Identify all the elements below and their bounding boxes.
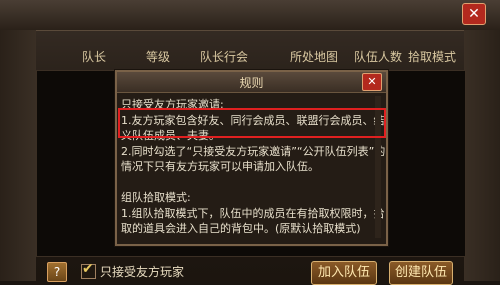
friends-only-checkbox[interactable]: ✔ [81,261,96,279]
friends-only-label: 只接受友方玩家 [100,265,185,279]
window-border-left [0,30,36,281]
column-map: 所处地图 [290,50,339,64]
rules-line: 组队拾取模式: [121,191,191,204]
column-member-count: 队伍人数 [354,50,403,64]
rules-dialog-title: 规则 [239,76,264,90]
checkmark-icon: ✔ [82,261,94,277]
window-title-bar [0,0,500,31]
rules-line: 情况下只有友方玩家可以申请加入队伍。 [121,160,319,173]
window-border-right [464,30,500,281]
column-leader-guild: 队长行会 [200,50,249,64]
rules-dialog: 规则 ✕ 只接受友方玩家邀请: 1.友方玩家包含好友、同行会成员、联盟行会成员、… [115,70,388,246]
column-level: 等级 [146,50,171,64]
help-button[interactable]: ? [47,262,67,282]
rules-line: 取的道具会进入自己的背包中。(原默认拾取模式) [121,222,361,235]
rules-line: 义队伍成员、夫妻。 [121,129,220,142]
column-loot-mode: 拾取模式 [408,50,457,64]
rules-dialog-close-button[interactable]: ✕ [362,73,382,91]
rules-line: 1.组队拾取模式下，队伍中的成员在有拾取权限时，拾 [121,207,385,220]
rules-scrollbar[interactable] [375,96,381,238]
join-team-button[interactable]: 加入队伍 [311,261,377,285]
window-close-button[interactable]: ✕ [462,3,486,25]
rules-line: 只接受友方玩家邀请: [121,98,224,111]
rules-line: 2.同时勾选了“只接受友方玩家邀请”“公开队伍列表”的 [121,145,386,158]
create-team-button[interactable]: 创建队伍 [389,261,453,285]
column-leader: 队长 [82,50,107,64]
team-list-header: 队长 等级 队长行会 所处地图 队伍人数 拾取模式 [36,48,464,68]
rules-line: 1.友方玩家包含好友、同行会成员、联盟行会成员、结 [121,114,385,127]
